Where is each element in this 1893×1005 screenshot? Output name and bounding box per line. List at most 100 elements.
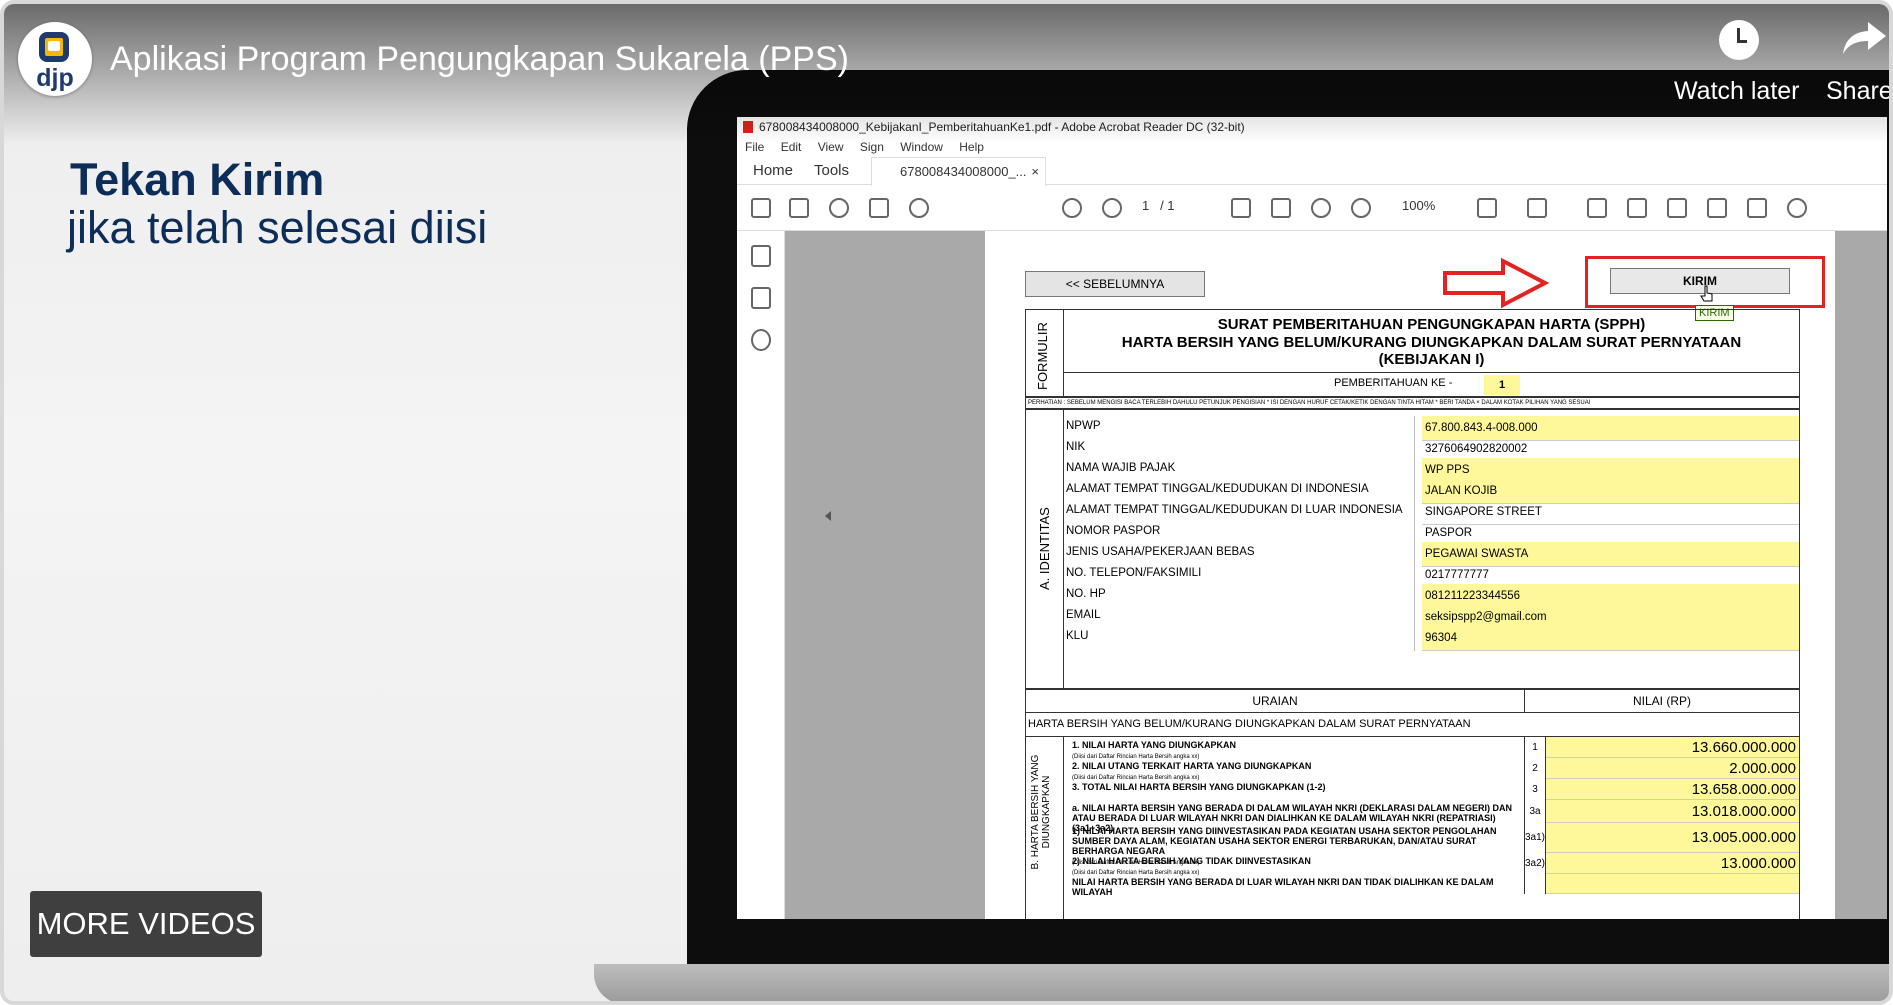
next-page-icon[interactable]: [1102, 198, 1122, 218]
djp-logo-icon: [39, 32, 69, 62]
highlight-icon[interactable]: [1627, 198, 1647, 218]
channel-logo-text: djp: [36, 64, 74, 92]
menu-bar: File Edit View Sign Window Help: [737, 137, 1887, 157]
watermark-logo-icon: [1852, 936, 1880, 976]
bookmark-panel-icon[interactable]: [751, 245, 771, 267]
pdf-page: << SEBELUMNYA KIRIM KIRIM FORMULIR SURAT…: [985, 231, 1835, 919]
rotate-icon[interactable]: [1787, 198, 1807, 218]
identity-label: ALAMAT TEMPAT TINGGAL/KEDUDUKAN DI LUAR …: [1066, 504, 1403, 516]
trash-icon[interactable]: [1747, 198, 1767, 218]
harta-section-label: B. HARTA BERSIH YANG DIUNGKAPKAN: [1030, 754, 1052, 870]
clock-icon[interactable]: [1719, 20, 1759, 60]
tab-document-label: 678008434008000_...: [900, 164, 1027, 179]
previous-button[interactable]: << SEBELUMNYA: [1025, 271, 1205, 297]
identity-label: NO. TELEPON/FAKSIMILI: [1066, 567, 1202, 579]
identity-row: KLU 96304: [1064, 626, 1799, 651]
select-cursor-icon[interactable]: [1231, 198, 1251, 218]
pemberitahuan-field[interactable]: 1: [1484, 375, 1520, 395]
menu-file[interactable]: File: [745, 140, 764, 154]
menu-window[interactable]: Window: [900, 140, 943, 154]
menu-help[interactable]: Help: [959, 140, 984, 154]
identity-label: KLU: [1066, 630, 1089, 642]
scroll-mode-icon[interactable]: [1527, 198, 1547, 218]
share-icon[interactable]: [1840, 18, 1888, 58]
collapse-panel-icon[interactable]: [825, 511, 831, 521]
tab-tools[interactable]: Tools: [814, 162, 849, 179]
menu-edit[interactable]: Edit: [781, 140, 802, 154]
video-frame: djp Aplikasi Program Pengungkapan Sukare…: [0, 0, 1893, 1005]
close-icon[interactable]: ×: [1031, 158, 1039, 186]
channel-logo[interactable]: djp: [18, 22, 92, 96]
identity-label: NPWP: [1066, 420, 1101, 432]
harta-row-value[interactable]: 2.000.000: [1546, 758, 1799, 779]
harta-row-number: 1: [1524, 737, 1546, 758]
menu-view[interactable]: View: [818, 140, 844, 154]
save-icon[interactable]: [751, 198, 771, 218]
print-icon[interactable]: [869, 198, 889, 218]
tab-home[interactable]: Home: [753, 162, 793, 179]
formulir-label-cell: FORMULIR: [1026, 310, 1064, 396]
caption-heading: Tekan Kirim: [70, 154, 325, 205]
tab-document[interactable]: 678008434008000_... ×: [871, 157, 1046, 186]
harta-row-number: 3a1): [1524, 823, 1546, 853]
watch-later-button[interactable]: Watch later: [1674, 77, 1800, 106]
zoom-in-icon[interactable]: [1351, 198, 1371, 218]
uraian-label: URAIAN: [1252, 694, 1298, 708]
acrobat-window: 678008434008000_KebijakanI_Pemberitahuan…: [737, 117, 1887, 919]
identity-label: NOMOR PASPOR: [1066, 525, 1161, 537]
harta-row-label: NILAI HARTA BERSIH YANG BERADA DI LUAR W…: [1072, 877, 1494, 897]
pdf-icon: [743, 121, 753, 133]
page-number-input[interactable]: 1 / 1: [1142, 198, 1175, 213]
harta-row-value[interactable]: 13.660.000.000: [1546, 737, 1799, 758]
harta-row-number: 3a2): [1524, 853, 1546, 874]
more-videos-button[interactable]: MORE VIDEOS: [30, 891, 262, 957]
harta-row: a. NILAI HARTA BERSIH YANG BERADA DI DAL…: [1064, 800, 1799, 833]
harta-section: B. HARTA BERSIH YANG DIUNGKAPKAN 1. NILA…: [1025, 737, 1800, 919]
hand-icon[interactable]: [1271, 198, 1291, 218]
hand-cursor-icon: [1700, 285, 1713, 302]
sign-icon[interactable]: [1667, 198, 1687, 218]
stamp-icon[interactable]: [1707, 198, 1727, 218]
zoom-select[interactable]: 100%: [1402, 198, 1435, 213]
harta-row-value[interactable]: 13.000.000: [1546, 853, 1799, 874]
perhatian-note: PERHATIAN : SEBELUM MENGISI BACA TERLEBI…: [1025, 397, 1800, 409]
identitas-label-cell: A. IDENTITAS: [1026, 410, 1064, 688]
document-area[interactable]: << SEBELUMNYA KIRIM KIRIM FORMULIR SURAT…: [785, 231, 1887, 919]
identity-label: JENIS USAHA/PEKERJAAN BEBAS: [1066, 546, 1255, 558]
window-title: 678008434008000_KebijakanI_Pemberitahuan…: [759, 120, 1245, 134]
pemberitahuan-label: PEMBERITAHUAN KE -: [1334, 377, 1453, 389]
harta-row: NILAI HARTA BERSIH YANG BERADA DI LUAR W…: [1064, 874, 1799, 897]
identity-label: EMAIL: [1066, 609, 1101, 621]
zoom-out-icon[interactable]: [1311, 198, 1331, 218]
star-icon[interactable]: [789, 198, 809, 218]
laptop-base: [594, 964, 1889, 1001]
harta-row-value[interactable]: 13.018.000.000: [1546, 800, 1799, 823]
harta-row-value[interactable]: 13.658.000.000: [1546, 779, 1799, 800]
harta-row-number: 3a: [1524, 800, 1546, 823]
menu-sign[interactable]: Sign: [860, 140, 884, 154]
identity-field[interactable]: 96304: [1422, 626, 1799, 651]
attachment-icon[interactable]: [751, 329, 771, 351]
uraian-header: URAIAN NILAI (RP): [1025, 689, 1800, 713]
identity-label: NO. HP: [1066, 588, 1106, 600]
search-icon[interactable]: [909, 198, 929, 218]
prev-page-icon[interactable]: [1062, 198, 1082, 218]
harta-row: 3. TOTAL NILAI HARTA BERSIH YANG DIUNGKA…: [1064, 779, 1799, 800]
harta-row-value[interactable]: [1546, 874, 1799, 894]
harta-row: 2. NILAI UTANG TERKAIT HARTA YANG DIUNGK…: [1064, 758, 1799, 781]
harta-row-value[interactable]: 13.005.000.000: [1546, 823, 1799, 853]
pemberitahuan-row: PEMBERITAHUAN KE - 1: [1064, 372, 1799, 396]
caption-subheading: jika telah selesai diisi: [67, 202, 488, 253]
fit-page-icon[interactable]: [1477, 198, 1497, 218]
upload-icon[interactable]: [829, 198, 849, 218]
share-button[interactable]: Share: [1826, 77, 1889, 106]
video-title[interactable]: Aplikasi Program Pengungkapan Sukarela (…: [110, 40, 849, 79]
pages-panel-icon[interactable]: [751, 287, 771, 309]
harta-row: 1) NILAI HARTA BERSIH YANG DIINVESTASIKA…: [1064, 823, 1799, 866]
window-titlebar: 678008434008000_KebijakanI_Pemberitahuan…: [737, 117, 1887, 137]
red-arrow-icon: [1443, 257, 1550, 309]
tab-bar: Home Tools 678008434008000_... ×: [737, 157, 1887, 186]
comment-icon[interactable]: [1587, 198, 1607, 218]
nilai-label: NILAI (RP): [1524, 690, 1799, 712]
identity-label: ALAMAT TEMPAT TINGGAL/KEDUDUKAN DI INDON…: [1066, 483, 1369, 495]
